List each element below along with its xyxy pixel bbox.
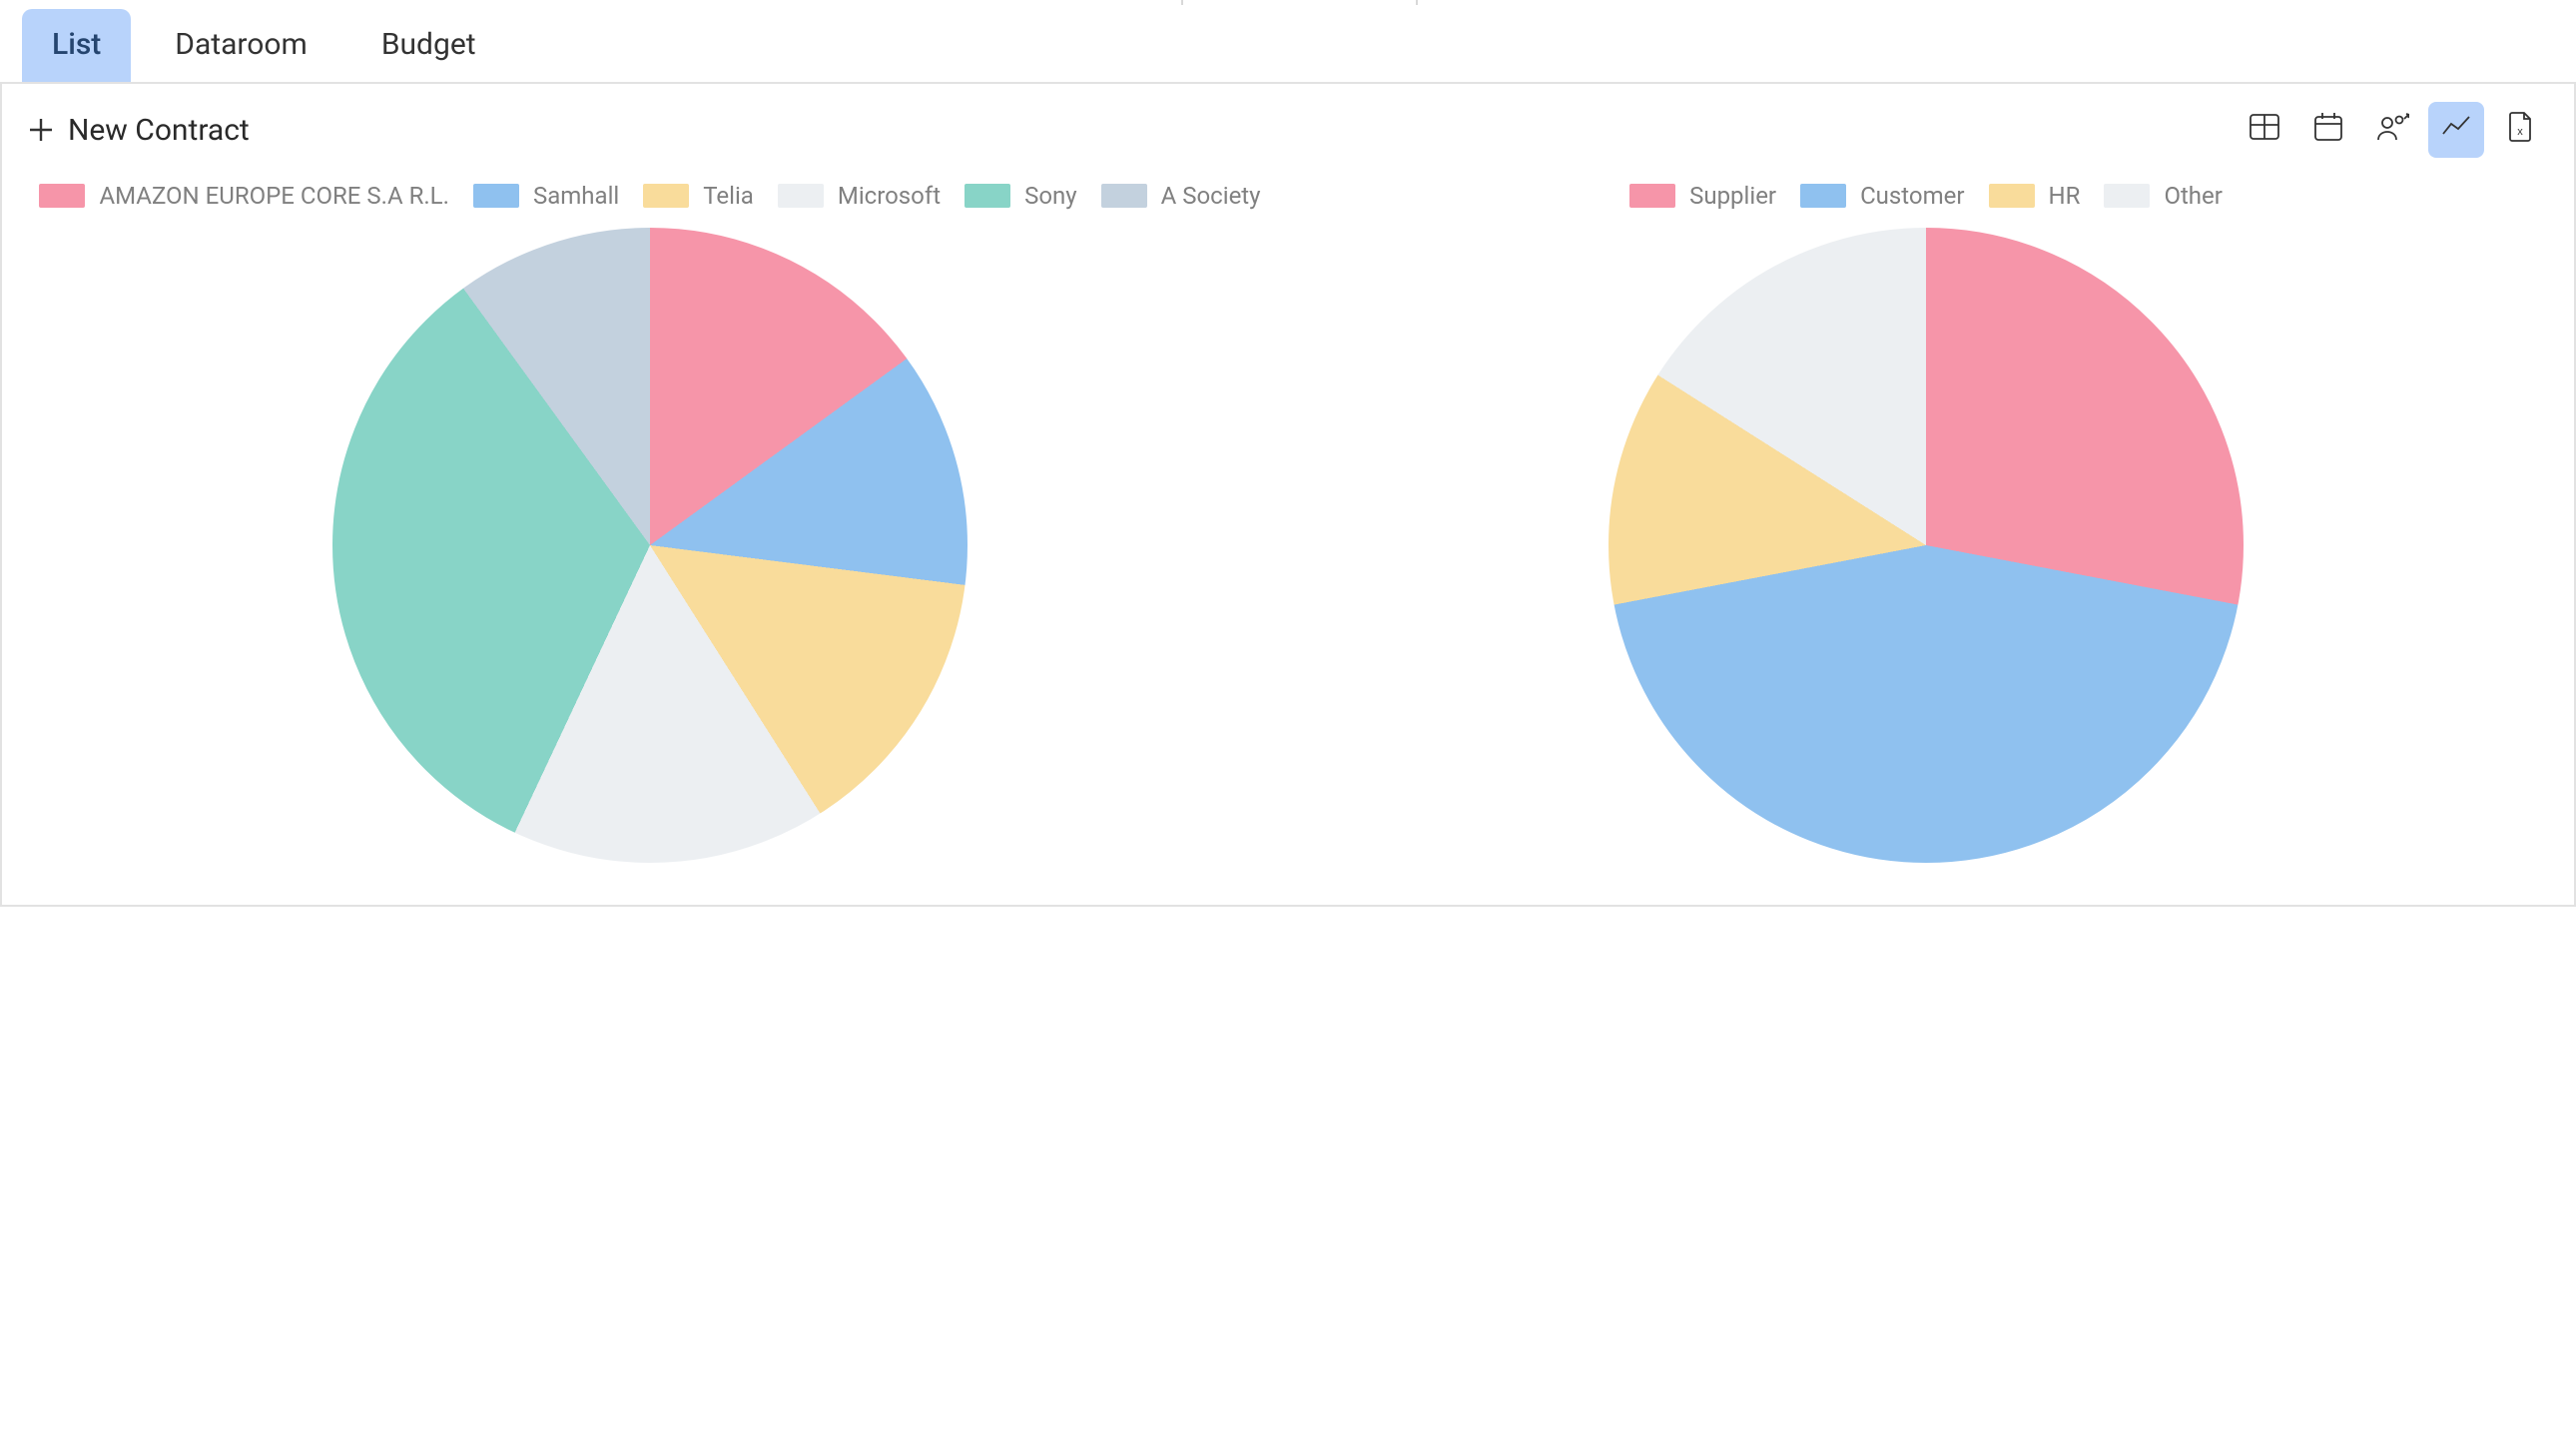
main-panel: New Contract bbox=[0, 84, 2576, 907]
view-mode-buttons: x bbox=[2237, 102, 2548, 158]
tabs-bar: List Dataroom Budget bbox=[0, 9, 2576, 84]
legend: Supplier Customer HR Other bbox=[1629, 182, 2223, 210]
legend-item-telia[interactable]: Telia bbox=[643, 182, 754, 210]
charts-row: AMAZON EUROPE CORE S.A R.L. Samhall Telia M… bbox=[2, 182, 2574, 865]
legend-swatch bbox=[39, 184, 85, 208]
legend-label: AMAZON EUROPE CORE S.A R.L. bbox=[99, 182, 448, 210]
status-cell: 0 - 30 DAYS bbox=[962, 0, 1182, 5]
legend-swatch bbox=[1101, 184, 1147, 208]
legend-swatch bbox=[643, 184, 689, 208]
view-people-button[interactable] bbox=[2364, 102, 2420, 158]
legend-swatch bbox=[965, 184, 1010, 208]
tab-dataroom[interactable]: Dataroom bbox=[145, 9, 337, 82]
toolbar: New Contract bbox=[2, 84, 2574, 182]
legend-swatch bbox=[1629, 184, 1675, 208]
status-row: 0 - 30 DAYS 31 - 60 DAYS 61+ DAYS bbox=[0, 0, 2576, 9]
legend-swatch bbox=[473, 184, 519, 208]
export-xls-icon: x bbox=[2503, 110, 2537, 150]
view-calendar-button[interactable] bbox=[2300, 102, 2356, 158]
legend-item-a-society[interactable]: A Society bbox=[1101, 182, 1261, 210]
legend-label: A Society bbox=[1161, 182, 1261, 210]
pie-wrap bbox=[330, 226, 969, 865]
legend-item-sony[interactable]: Sony bbox=[965, 182, 1077, 210]
tab-budget[interactable]: Budget bbox=[351, 9, 506, 82]
legend: AMAZON EUROPE CORE S.A R.L. Samhall Telia M… bbox=[39, 182, 1260, 210]
legend-label: Sony bbox=[1024, 182, 1077, 210]
legend-item-samhall[interactable]: Samhall bbox=[473, 182, 619, 210]
legend-swatch bbox=[778, 184, 824, 208]
new-contract-button[interactable]: New Contract bbox=[28, 113, 250, 148]
new-contract-label: New Contract bbox=[68, 113, 250, 148]
legend-label: HR bbox=[2049, 182, 2081, 210]
categories-pie-chart: Supplier Customer HR Other bbox=[1298, 182, 2554, 865]
legend-item-amazon-europe-core-s-a-r-l[interactable]: AMAZON EUROPE CORE S.A R.L. bbox=[39, 182, 448, 210]
pie-wrap bbox=[1607, 226, 2246, 865]
legend-label: Microsoft bbox=[838, 182, 941, 210]
pie bbox=[1607, 226, 2246, 865]
legend-item-hr[interactable]: HR bbox=[1989, 182, 2081, 210]
legend-label: Other bbox=[2164, 182, 2222, 210]
line-chart-icon bbox=[2439, 110, 2473, 150]
tab-list[interactable]: List bbox=[22, 9, 131, 82]
legend-swatch bbox=[2104, 184, 2150, 208]
plus-icon bbox=[28, 117, 54, 143]
legend-item-other[interactable]: Other bbox=[2104, 182, 2222, 210]
legend-label: Supplier bbox=[1689, 182, 1776, 210]
legend-label: Samhall bbox=[533, 182, 619, 210]
legend-item-customer[interactable]: Customer bbox=[1800, 182, 1964, 210]
people-icon bbox=[2375, 110, 2409, 150]
legend-swatch bbox=[1989, 184, 2035, 208]
legend-swatch bbox=[1800, 184, 1846, 208]
status-cell: 61+ DAYS bbox=[1418, 0, 1614, 5]
legend-item-microsoft[interactable]: Microsoft bbox=[778, 182, 941, 210]
view-table-button[interactable] bbox=[2237, 102, 2292, 158]
export-xls-button[interactable]: x bbox=[2492, 102, 2548, 158]
legend-item-supplier[interactable]: Supplier bbox=[1629, 182, 1776, 210]
legend-label: Telia bbox=[703, 182, 754, 210]
status-cell: 31 - 60 DAYS bbox=[1183, 0, 1418, 5]
companies-pie-chart: AMAZON EUROPE CORE S.A R.L. Samhall Telia M… bbox=[22, 182, 1278, 865]
calendar-icon bbox=[2311, 110, 2345, 150]
pie bbox=[330, 226, 969, 865]
svg-text:x: x bbox=[2517, 126, 2523, 138]
view-chart-button[interactable] bbox=[2428, 102, 2484, 158]
legend-label: Customer bbox=[1860, 182, 1964, 210]
table-icon bbox=[2248, 110, 2281, 150]
